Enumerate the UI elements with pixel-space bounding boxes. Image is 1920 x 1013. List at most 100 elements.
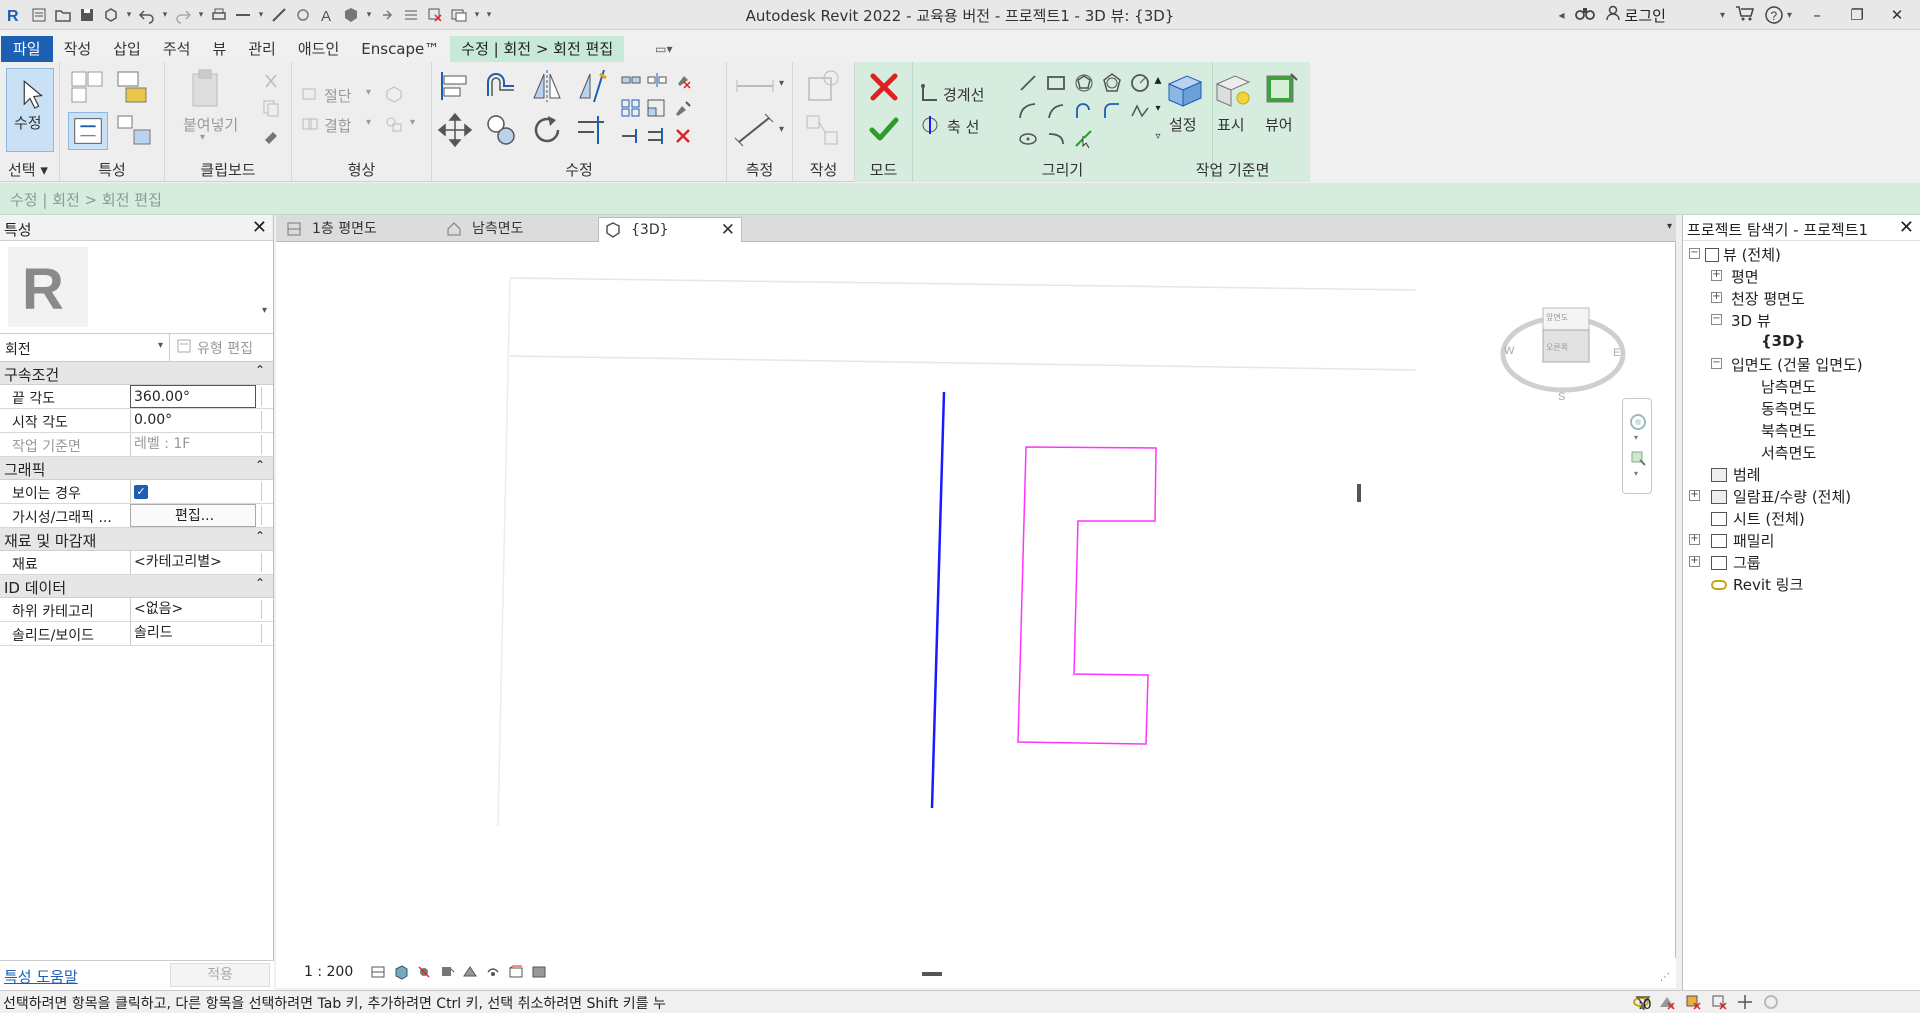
select-by-face-icon[interactable] [1710,993,1728,1011]
zoom-region-icon[interactable] [1629,449,1647,467]
tab-floor-plan-1f[interactable]: 1층 평면도 [280,217,440,242]
move-icon[interactable] [436,110,474,150]
dimension-dropdown-icon[interactable]: ▾ [779,124,784,135]
close-button[interactable]: ✕ [1882,0,1912,30]
tab-view[interactable]: 뷰 [201,36,237,62]
tree-node-elevations[interactable]: 입면도 (건물 입면도) [1731,354,1863,375]
paste-icon[interactable] [185,68,225,112]
aligned-dimension-icon[interactable] [733,112,777,148]
tree-node-3d-view-item[interactable]: {3D} [1761,332,1805,350]
mirror-pick-axis-icon[interactable] [528,68,566,104]
project-browser-close-icon[interactable]: ✕ [1899,217,1914,238]
align-icon[interactable] [436,68,474,104]
draw-center-arc-icon[interactable] [1045,100,1067,122]
tree-node-groups[interactable]: 그룹 [1711,552,1761,573]
binoculars-icon[interactable] [1574,5,1595,25]
tab-create[interactable]: 작성 [53,36,103,62]
match-type-icon[interactable] [261,124,281,144]
tab-addins[interactable]: 애드인 [287,36,350,62]
ribbon-minimize-icon[interactable]: ▭▾ [644,36,683,62]
tree-node-ceiling-plans[interactable]: 천장 평면도 [1731,288,1805,309]
tree-node-west-elevation[interactable]: 서측면도 [1761,442,1816,463]
background-process-icon[interactable] [1762,993,1780,1011]
tab-south-elevation[interactable]: 남측면도 [440,217,600,242]
material-value[interactable]: <카테고리별> [130,551,256,574]
measure-dropdown-icon[interactable]: ▾ [779,78,784,89]
draw-circumscribed-polygon-icon[interactable] [1101,72,1123,94]
draw-ellipse-icon[interactable] [1017,128,1039,150]
close-tab-icon[interactable]: ✕ [721,218,735,243]
group-identity-data[interactable]: ID 데이터 ⌃ [0,575,273,598]
cut-dropdown-icon[interactable]: ▾ [366,87,371,98]
chevron-left-icon[interactable]: ◂ [1559,8,1565,22]
axis-line-label[interactable]: 축 선 [947,116,979,137]
boundary-line[interactable] [1017,446,1157,745]
boundary-line-icon[interactable] [919,82,941,104]
tab-enscape[interactable]: Enscape™ [350,36,450,62]
tab-file[interactable]: 파일 [1,36,53,62]
tree-node-schedules[interactable]: 일람표/수량 (전체) [1711,486,1851,507]
close-hidden-windows-icon[interactable] [424,4,446,26]
wall-joins-icon[interactable] [384,84,404,104]
split-dropdown-icon[interactable]: ▾ [410,117,415,128]
redo-dropdown-icon[interactable]: ▾ [196,4,206,26]
tab-3d-view[interactable]: {3D} ✕ [598,217,742,242]
revit-logo-icon[interactable]: R [4,4,26,26]
tree-node-sheets[interactable]: 시트 (전체) [1711,508,1805,529]
expand-ceiling-plans-icon[interactable]: + [1711,292,1722,303]
cart-icon[interactable] [1735,5,1755,25]
apply-button[interactable]: 적용 [170,963,270,987]
tab-annotate[interactable]: 주석 [152,36,202,62]
boundary-line-label[interactable]: 경계선 [943,84,984,105]
collapse-3d-views-icon[interactable]: − [1711,314,1722,325]
group-graphics[interactable]: 그래픽 ⌃ [0,457,273,480]
print-icon[interactable] [208,4,230,26]
login-button[interactable]: 로그인 ▾ [1605,5,1725,26]
start-angle-input[interactable]: 0.00° [130,409,256,432]
measure-dropdown-icon[interactable]: ▾ [256,4,266,26]
tree-node-south-elevation[interactable]: 남측면도 [1761,376,1816,397]
draw-spline-icon[interactable] [1129,100,1151,122]
switch-windows-dropdown-icon[interactable]: ▾ [472,4,482,26]
pin-icon[interactable] [672,98,694,118]
copy-icon[interactable] [261,98,281,118]
tree-node-legends[interactable]: 범례 [1711,464,1761,485]
sync-dropdown-icon[interactable]: ▾ [124,4,134,26]
unpin-icon[interactable] [672,70,694,90]
section-icon[interactable] [376,4,398,26]
file-list-icon[interactable] [28,4,50,26]
thin-lines-icon[interactable] [400,4,422,26]
draw-circle-icon[interactable] [1129,72,1151,94]
expand-schedules-icon[interactable]: + [1689,490,1700,501]
tree-node-families[interactable]: 패밀리 [1711,530,1774,551]
restore-button[interactable]: ❐ [1842,0,1872,30]
horizontal-scroll-thumb[interactable] [922,972,942,976]
crop-view-icon[interactable] [485,964,501,980]
help-icon[interactable]: ? ▾ [1765,6,1792,24]
axis-line-icon[interactable] [919,114,941,136]
tree-node-east-elevation[interactable]: 동측면도 [1761,398,1816,419]
family-category-icon[interactable] [114,112,154,150]
offset-icon[interactable] [482,68,520,104]
set-workplane-icon[interactable] [1165,70,1205,110]
modify-button[interactable] [6,68,54,152]
copy-element-icon[interactable] [482,110,520,150]
delete-icon[interactable] [672,126,694,146]
finish-edit-mode-icon[interactable] [867,112,901,146]
draw-tangent-arc-icon[interactable] [1073,100,1095,122]
trim-multiple-icon[interactable] [646,126,668,146]
type-properties-icon[interactable] [114,68,154,106]
show-workplane-icon[interactable] [1213,70,1253,110]
element-filter-dropdown[interactable]: 회전 ▾ [0,334,170,361]
properties-help-link[interactable]: 특성 도움말 [4,966,78,987]
show-workplane-label[interactable]: 표시 [1217,114,1245,135]
family-types-icon[interactable] [68,112,108,150]
draw-line-icon[interactable] [1017,72,1039,94]
create-group-icon[interactable] [803,112,843,148]
paste-dropdown-icon[interactable]: ▾ [200,132,205,143]
tab-insert[interactable]: 삽입 [102,36,152,62]
select-pinned-icon[interactable] [1684,993,1702,1011]
join-dropdown-icon[interactable]: ▾ [366,117,371,128]
rendering-dialog-icon[interactable] [462,964,478,980]
draw-start-end-arc-icon[interactable] [1017,100,1039,122]
